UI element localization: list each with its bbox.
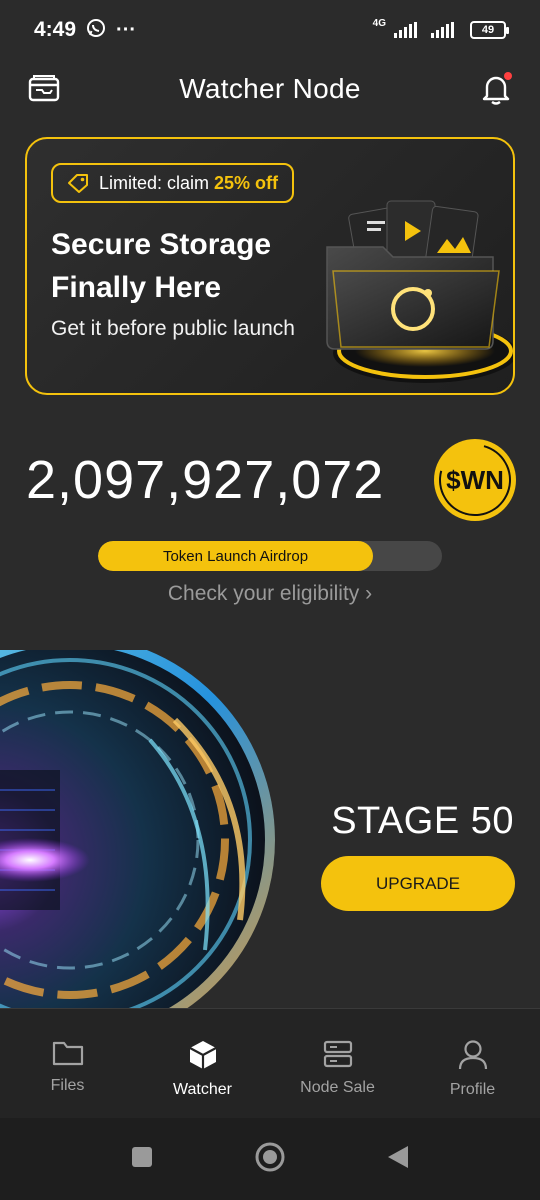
square-icon (132, 1146, 152, 1167)
signal-icon (394, 22, 417, 38)
system-navigation-bar (0, 1118, 540, 1200)
token-coin-icon: $WN (434, 439, 516, 521)
upgrade-button[interactable]: UPGRADE (321, 856, 515, 911)
nav-item-watcher[interactable]: Watcher (143, 1039, 263, 1099)
cube-icon (188, 1041, 217, 1069)
status-bar: 4:49 ··· 4G 49 (0, 0, 540, 60)
status-right: 4G 49 (372, 17, 509, 39)
network-type: 4G (372, 17, 386, 29)
user-icon (458, 1040, 487, 1070)
back-button[interactable] (386, 1144, 410, 1175)
status-left: 4:49 ··· (34, 18, 136, 43)
more-notifications-icon: ··· (116, 18, 137, 41)
page-title: Watcher Node (179, 73, 361, 104)
check-eligibility-link[interactable]: Check your eligibility › (0, 582, 540, 606)
wallet-button[interactable] (26, 71, 62, 107)
whatsapp-icon (86, 18, 106, 43)
back-triangle-icon (388, 1145, 408, 1168)
bottom-navigation: Files Watcher Node Sale Profile (0, 1008, 540, 1118)
server-icon (323, 1040, 352, 1068)
nav-label-profile: Profile (449, 1081, 496, 1098)
airdrop-progress-label: Token Launch Airdrop (162, 547, 309, 565)
tag-icon (68, 174, 88, 193)
folder-icon (52, 1041, 83, 1066)
app-header: Watcher Node (0, 60, 540, 118)
home-circle-icon (255, 1142, 285, 1171)
nav-label-watcher: Watcher (173, 1081, 232, 1098)
nav-label-node-sale: Node Sale (300, 1079, 375, 1096)
notification-dot (504, 72, 512, 80)
token-symbol: $WN (446, 464, 504, 495)
battery-level: 49 (481, 24, 495, 36)
promo-badge-text: Limited: claim 25% off (99, 173, 278, 194)
promo-banner[interactable]: Limited: claim 25% off Secure Storage Fi… (25, 137, 515, 395)
nav-item-node-sale[interactable]: Node Sale (278, 1039, 398, 1097)
status-time: 4:49 (34, 18, 77, 41)
airdrop-progress-bar[interactable]: Token Launch Airdrop (98, 541, 442, 571)
nav-label-files: Files (50, 1077, 85, 1094)
home-button[interactable] (254, 1141, 286, 1178)
nav-item-files[interactable]: Files (8, 1039, 128, 1095)
promo-subtitle: Get it before public launch (51, 317, 295, 340)
battery-icon: 49 (470, 21, 509, 39)
token-balance: 2,097,927,072 (26, 450, 385, 510)
nav-item-profile[interactable]: Profile (413, 1039, 533, 1099)
wallet-icon (28, 75, 60, 102)
signal-icon-2 (431, 22, 454, 38)
promo-badge-prefix: Limited: claim (99, 172, 215, 193)
balance-row: 2,097,927,072 $WN (26, 439, 516, 521)
recent-apps-button[interactable] (130, 1145, 154, 1174)
promo-title: Secure Storage Finally Here (51, 228, 272, 304)
promo-badge: Limited: claim 25% off (51, 163, 295, 203)
folder-storage-illustration (326, 200, 513, 383)
promo-badge-highlight: 25% off (214, 172, 279, 193)
stage-label: STAGE 50 (331, 800, 514, 842)
notifications-button[interactable] (478, 71, 514, 107)
